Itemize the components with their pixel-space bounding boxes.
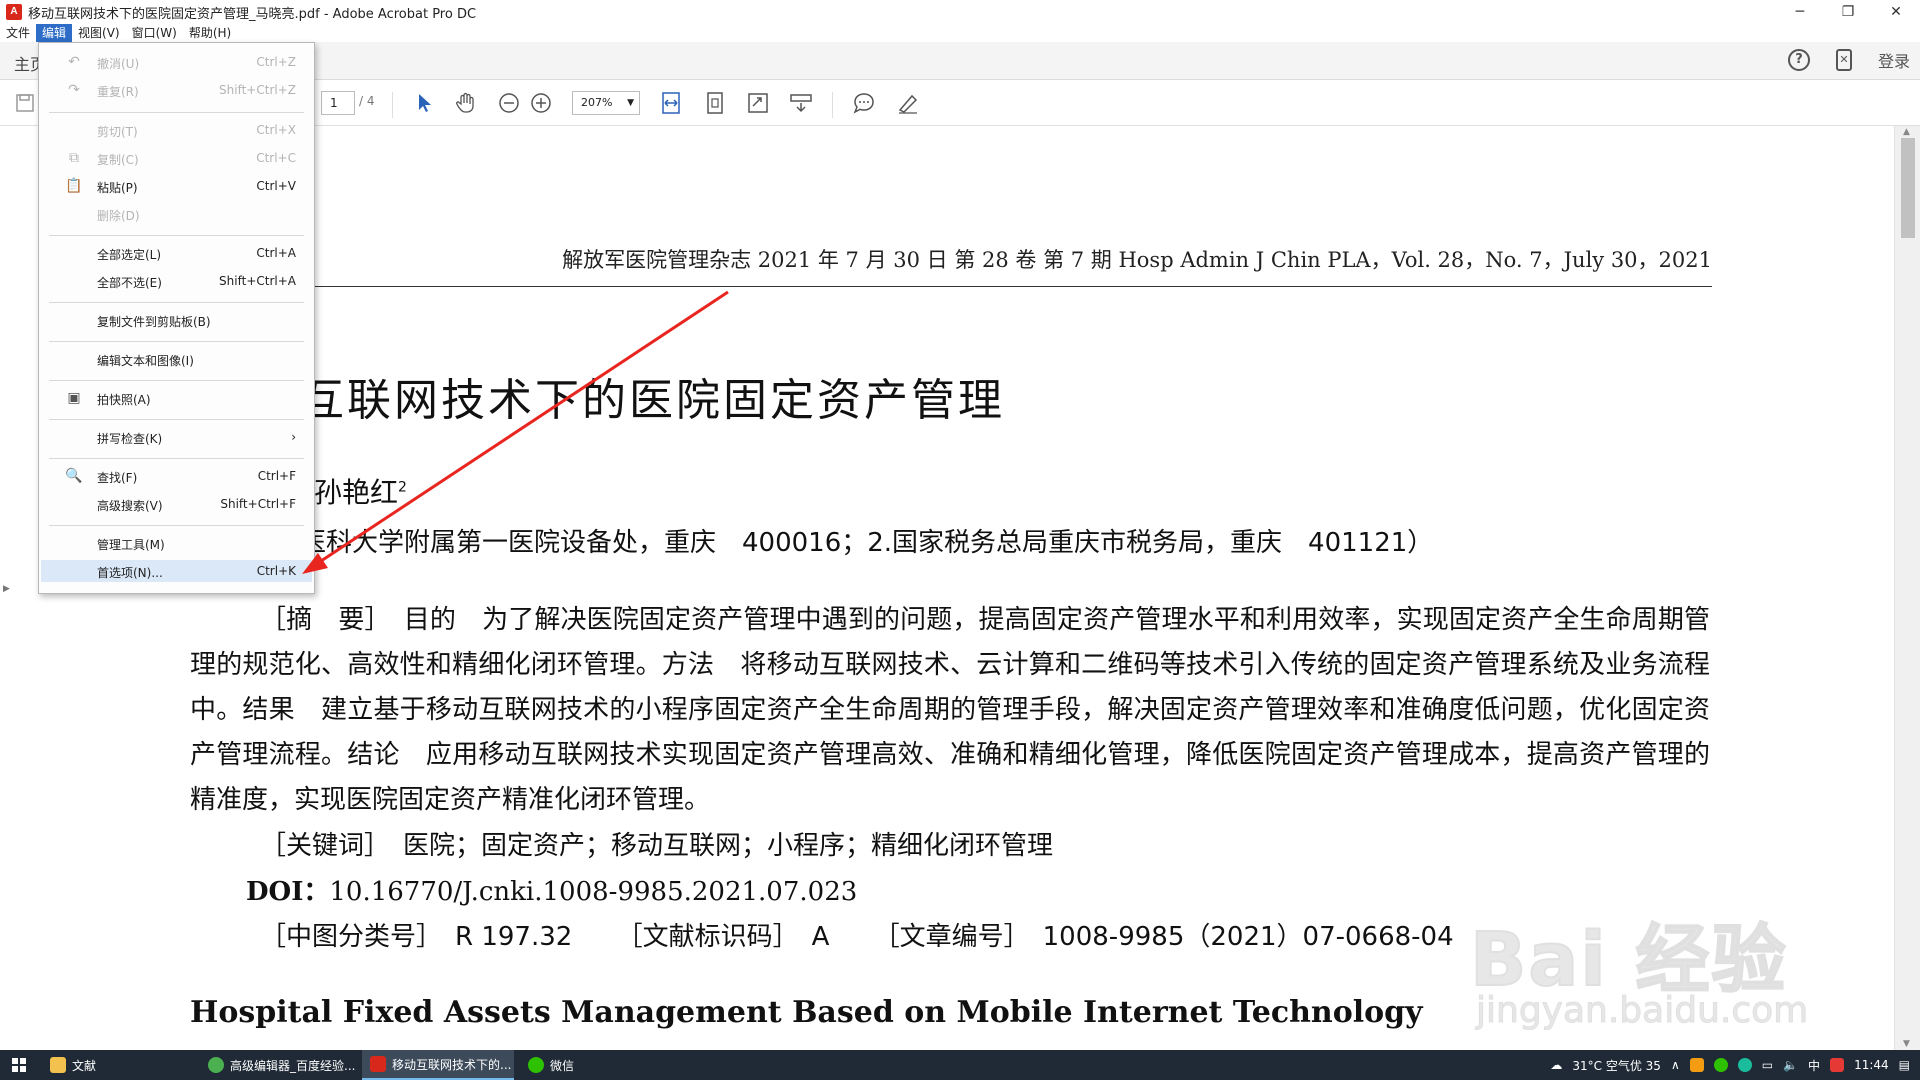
weather-text[interactable]: 31°C 空气优 35 (1572, 1057, 1661, 1074)
task-folder[interactable]: 文献 (42, 1050, 192, 1080)
notification-icon[interactable]: ▤ (1899, 1058, 1910, 1072)
annotation-arrow (302, 290, 729, 574)
acrobat-icon (370, 1056, 386, 1072)
windows-start-icon[interactable] (12, 1058, 26, 1072)
tray-chevron-icon[interactable]: ∧ (1671, 1058, 1680, 1072)
system-tray: ☁ 31°C 空气优 35 ∧ ▭ 🔈 中 11:44 ▤ (1550, 1050, 1910, 1080)
ime-indicator[interactable]: 中 (1808, 1057, 1820, 1074)
tray-wechat-icon[interactable] (1713, 1058, 1728, 1072)
task-label: 微信 (550, 1058, 575, 1073)
task-acrobat[interactable]: 移动互联网技术下的... (362, 1050, 514, 1080)
arrow-head (302, 553, 328, 574)
task-chrome[interactable]: 高级编辑器_百度经验... (200, 1050, 358, 1080)
task-wechat[interactable]: 微信 (520, 1050, 670, 1080)
tray-input-icon[interactable] (1830, 1058, 1845, 1072)
folder-icon (50, 1057, 66, 1073)
volume-icon[interactable]: 🔈 (1783, 1058, 1798, 1072)
chrome-icon (208, 1057, 224, 1073)
tray-app-icon[interactable] (1737, 1058, 1752, 1072)
network-icon[interactable]: ▭ (1762, 1058, 1773, 1072)
arrow-shaft (311, 290, 729, 569)
weather-icon[interactable]: ☁ (1550, 1058, 1562, 1072)
wechat-icon (528, 1057, 544, 1073)
taskbar: 文献 高级编辑器_百度经验... 移动互联网技术下的... 微信 ☁ 31°C … (0, 1050, 1920, 1080)
task-label: 文献 (72, 1058, 97, 1073)
task-label: 移动互联网技术下的... (392, 1057, 512, 1072)
task-label: 高级编辑器_百度经验... (230, 1058, 356, 1073)
tray-app-icon[interactable] (1689, 1058, 1704, 1072)
clock[interactable]: 11:44 (1854, 1058, 1889, 1072)
